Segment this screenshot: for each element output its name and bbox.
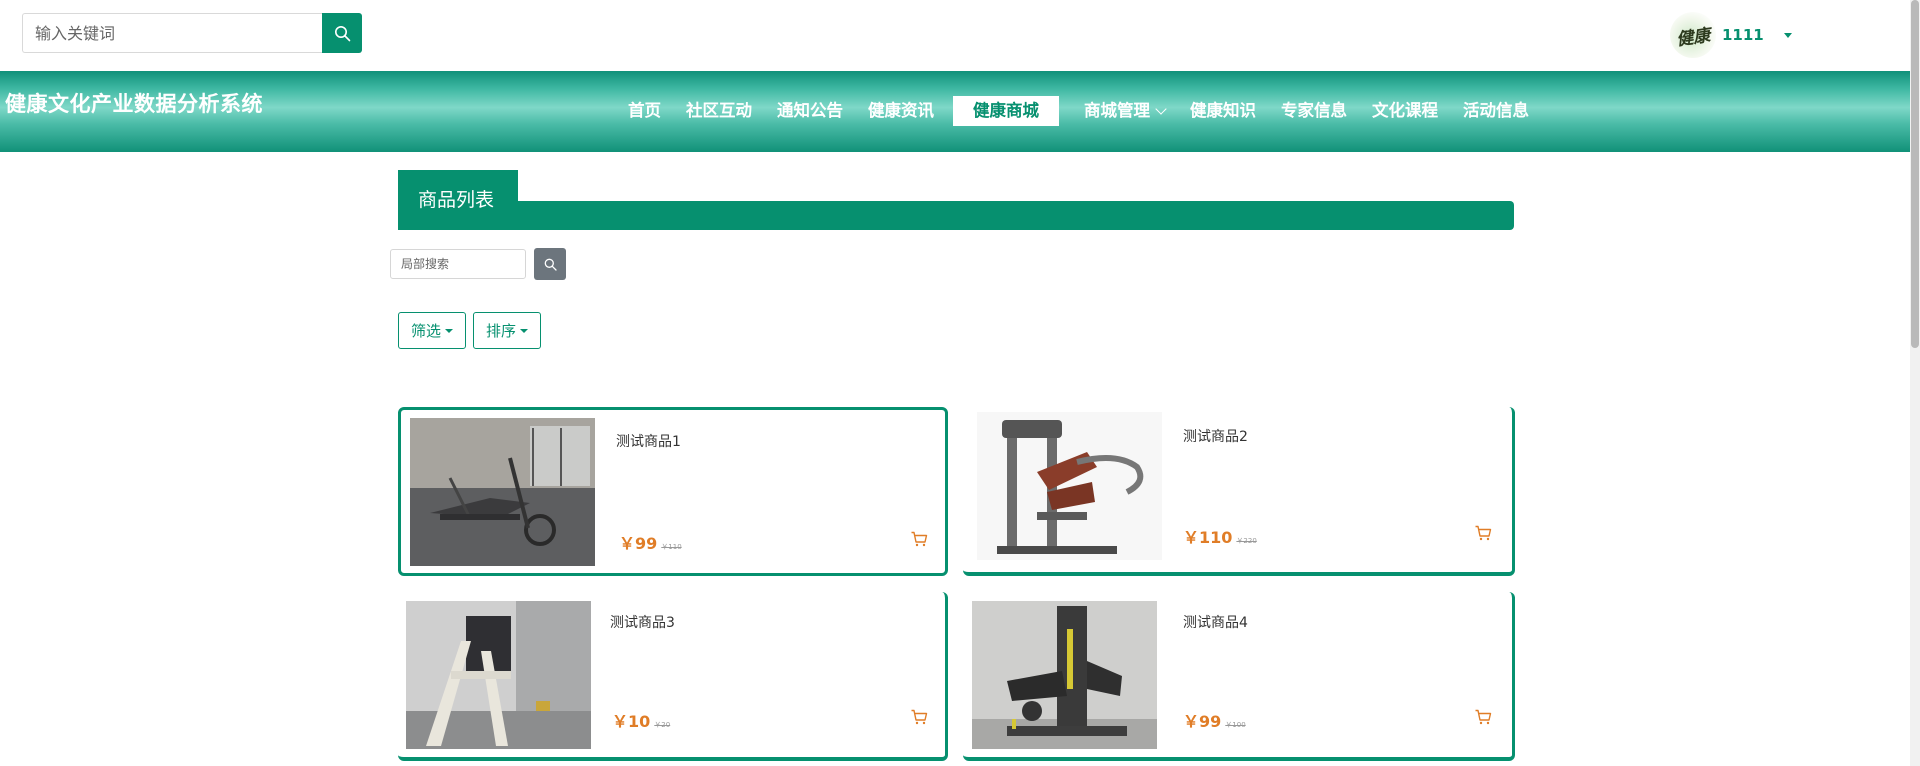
- local-search-input[interactable]: [390, 249, 526, 279]
- top-bar: 健康 1111: [0, 0, 1900, 71]
- nav-item-health-mall[interactable]: 健康商城: [953, 96, 1059, 126]
- search-icon: [544, 258, 557, 271]
- product-card[interactable]: 测试商品2 ￥110 ￥220: [963, 407, 1515, 576]
- product-image[interactable]: [406, 601, 591, 749]
- user-name[interactable]: 1111: [1722, 26, 1764, 44]
- nav-item-community[interactable]: 社区互动: [686, 96, 752, 126]
- avatar[interactable]: 健康: [1670, 12, 1716, 58]
- gym-photo: [977, 412, 1162, 560]
- section-header: 商品列表: [398, 170, 1514, 230]
- product-price: ￥99 ￥110: [619, 530, 682, 554]
- nav-item-activities[interactable]: 活动信息: [1463, 96, 1529, 126]
- chevron-down-icon: [1155, 102, 1167, 115]
- search-icon: [334, 25, 350, 41]
- gym-photo: [406, 601, 591, 749]
- product-price: ￥99 ￥100: [1183, 708, 1246, 732]
- page: 健康 1111 健康文化产业数据分析系统 首页 社区互动 通知公告 健康资讯 健…: [0, 0, 1920, 766]
- product-image[interactable]: [977, 412, 1162, 560]
- nav-item-health-news[interactable]: 健康资讯: [868, 96, 934, 126]
- price-current: ￥99: [619, 534, 658, 553]
- product-name[interactable]: 测试商品4: [1183, 612, 1248, 632]
- nav-item-mall-management-label: 商城管理: [1084, 101, 1150, 120]
- section-bar: [398, 201, 1514, 230]
- product-card[interactable]: 测试商品4 ￥99 ￥100: [963, 592, 1515, 761]
- nav-item-mall-management[interactable]: 商城管理: [1084, 96, 1167, 126]
- cart-icon[interactable]: [910, 708, 928, 726]
- price-original: ￥100: [1225, 721, 1246, 729]
- product-image[interactable]: [972, 601, 1157, 749]
- price-current: ￥10: [612, 712, 651, 731]
- product-card[interactable]: 测试商品1 ￥99 ￥110: [398, 407, 948, 576]
- cart-icon[interactable]: [910, 530, 928, 548]
- price-current: ￥99: [1183, 712, 1222, 731]
- user-menu[interactable]: 健康 1111: [1670, 12, 1792, 58]
- site-title: 健康文化产业数据分析系统: [5, 92, 263, 116]
- price-original: ￥20: [654, 721, 671, 729]
- price-original: ￥220: [1236, 537, 1257, 545]
- product-name[interactable]: 测试商品3: [610, 612, 675, 632]
- sort-label: 排序: [486, 322, 517, 340]
- local-search-button[interactable]: [534, 248, 566, 280]
- nav-bar: 健康文化产业数据分析系统 首页 社区互动 通知公告 健康资讯 健康商城 商城管理…: [0, 71, 1910, 152]
- nav-item-home[interactable]: 首页: [628, 96, 661, 126]
- product-price: ￥110 ￥220: [1183, 524, 1257, 548]
- product-name[interactable]: 测试商品1: [616, 431, 681, 451]
- nav-item-health-knowledge[interactable]: 健康知识: [1190, 96, 1256, 126]
- sort-dropdown[interactable]: 排序: [473, 312, 542, 349]
- main-nav: 首页 社区互动 通知公告 健康资讯 健康商城 商城管理 健康知识 专家信息 文化…: [628, 96, 1554, 126]
- section-title: 商品列表: [398, 170, 518, 230]
- gym-photo: [972, 601, 1157, 749]
- price-current: ￥110: [1183, 528, 1233, 547]
- product-name[interactable]: 测试商品2: [1183, 426, 1248, 446]
- caret-down-icon: [520, 328, 529, 333]
- caret-down-icon: [445, 328, 454, 333]
- search-input[interactable]: [22, 13, 322, 53]
- caret-down-icon[interactable]: [1783, 32, 1792, 38]
- product-image[interactable]: [410, 418, 595, 566]
- product-price: ￥10 ￥20: [612, 708, 670, 732]
- nav-item-experts[interactable]: 专家信息: [1281, 96, 1347, 126]
- price-original: ￥110: [661, 543, 682, 551]
- cart-icon[interactable]: [1474, 708, 1492, 726]
- filter-dropdown[interactable]: 筛选: [398, 312, 467, 349]
- nav-item-culture-courses[interactable]: 文化课程: [1372, 96, 1438, 126]
- search-button[interactable]: [322, 13, 362, 53]
- product-card[interactable]: 测试商品3 ￥10 ￥20: [398, 592, 948, 761]
- nav-item-notices[interactable]: 通知公告: [777, 96, 843, 126]
- gym-photo: [410, 418, 595, 566]
- filter-label: 筛选: [411, 322, 442, 340]
- avatar-logo-text: 健康: [1675, 25, 1712, 50]
- cart-icon[interactable]: [1474, 524, 1492, 542]
- scrollbar-thumb[interactable]: [1911, 0, 1919, 348]
